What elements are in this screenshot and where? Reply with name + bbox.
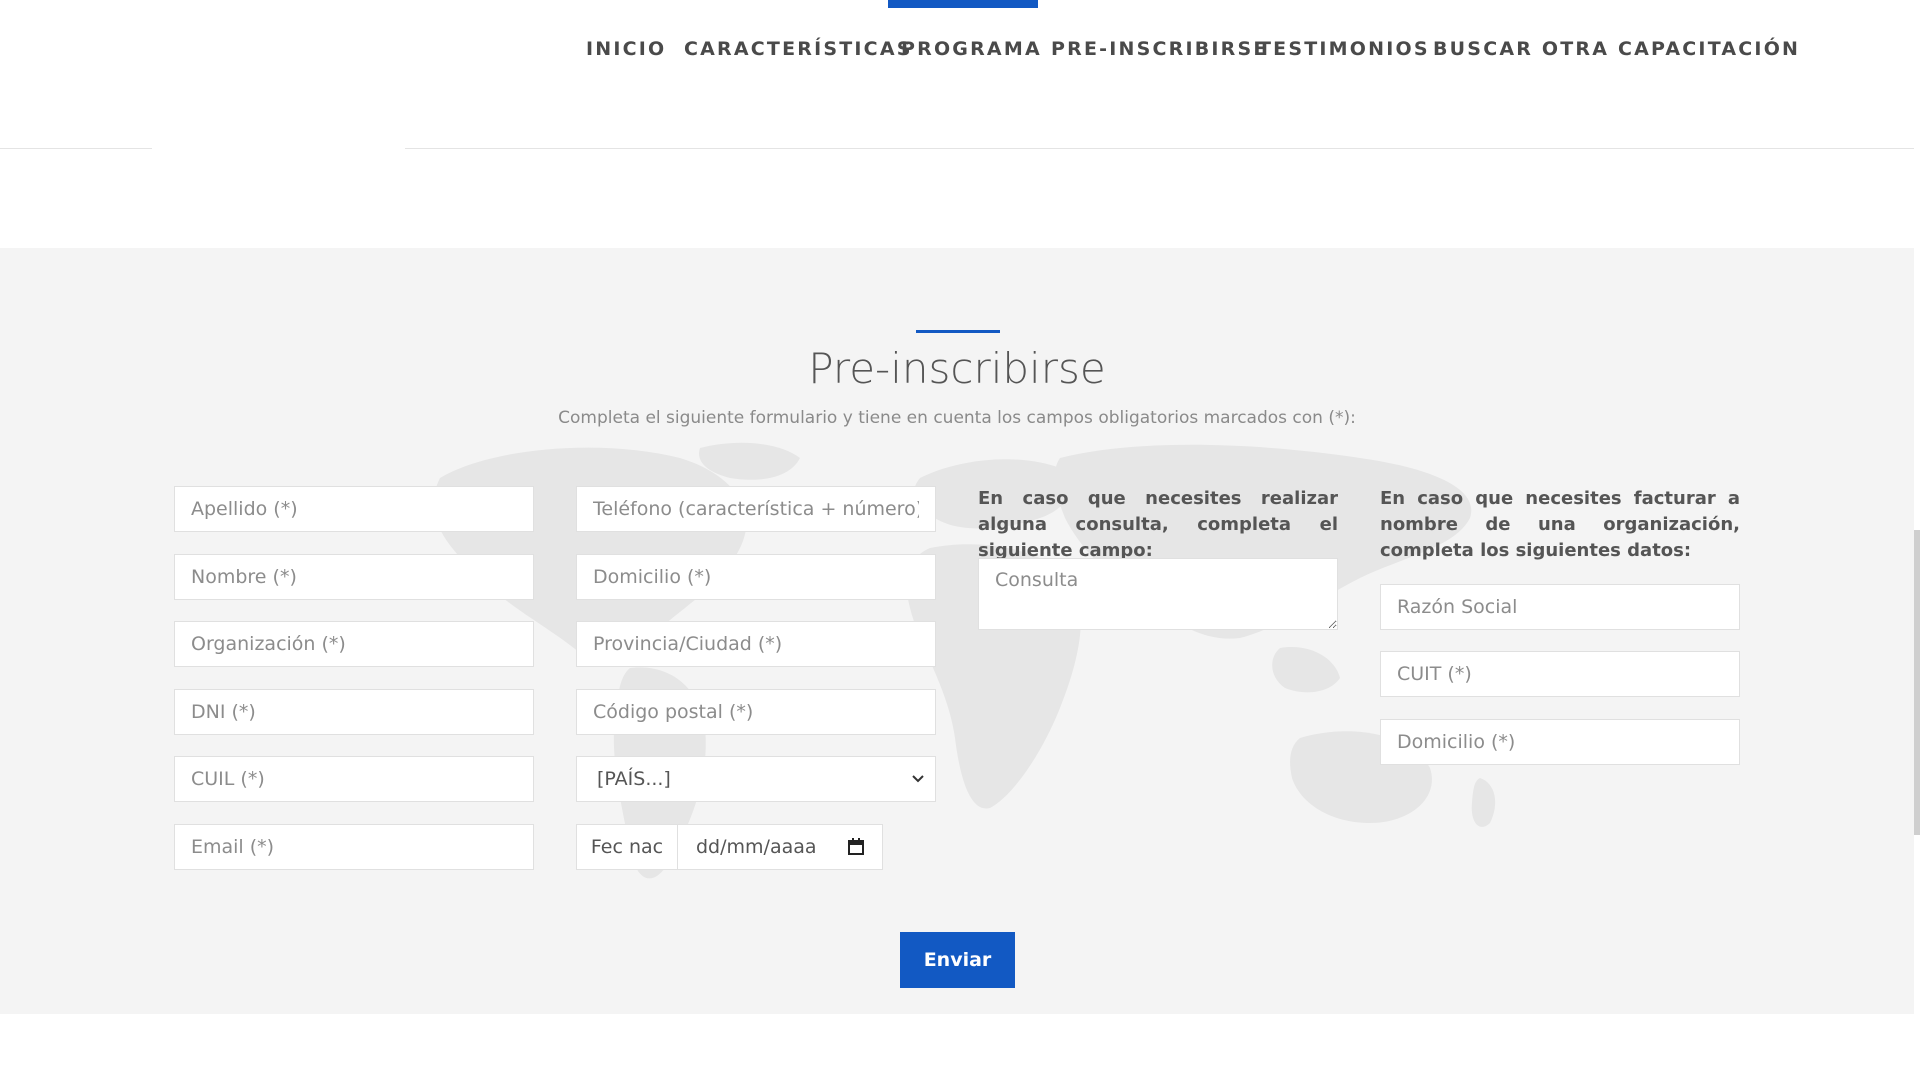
fec-nac-label: Fec nac (576, 824, 678, 870)
fec-nac-placeholder: dd/mm/aaaa (696, 836, 817, 858)
nav-item-programa[interactable]: PROGRAMA (901, 38, 1042, 60)
facturacion-domicilio-input[interactable] (1380, 719, 1740, 765)
telefono-input[interactable] (576, 486, 936, 532)
chevron-down-icon (911, 757, 925, 818)
cuit-input[interactable] (1380, 651, 1740, 697)
pais-select[interactable]: [PAÍS...] (576, 756, 936, 802)
domicilio-input[interactable] (576, 554, 936, 600)
nav-active-indicator (888, 0, 1038, 8)
provincia-ciudad-input[interactable] (576, 621, 936, 667)
enviar-button[interactable]: Enviar (900, 932, 1015, 988)
pais-select-value: [PAÍS...] (597, 768, 671, 790)
facturacion-intro-text: En caso que necesites facturar a nombre … (1380, 488, 1740, 561)
codigo-postal-input[interactable] (576, 689, 936, 735)
organizacion-input[interactable] (174, 621, 534, 667)
nav-item-inicio[interactable]: INICIO (586, 38, 666, 60)
cuil-input[interactable] (174, 756, 534, 802)
world-map-background (433, 442, 1496, 879)
pre-inscription-section: Pre-inscribirse Completa el siguiente fo… (0, 248, 1914, 1014)
scrollbar-thumb[interactable] (1914, 530, 1920, 835)
calendar-icon[interactable] (848, 838, 864, 855)
nombre-input[interactable] (174, 554, 534, 600)
consulta-intro-text: En caso que necesites realizar alguna co… (978, 488, 1338, 561)
title-accent-bar (916, 330, 1000, 333)
nav-divider-right (405, 148, 1914, 149)
top-nav: INICIO CARACTERÍSTICAS PROGRAMA PRE-INSC… (0, 0, 1920, 150)
razon-social-input[interactable] (1380, 584, 1740, 630)
apellido-input[interactable] (174, 486, 534, 532)
section-title: Pre-inscribirse (808, 344, 1106, 393)
nav-item-testimonios[interactable]: TESTIMONIOS (1258, 38, 1430, 60)
dni-input[interactable] (174, 689, 534, 735)
consulta-textarea[interactable] (978, 558, 1338, 630)
section-subtitle: Completa el siguiente formulario y tiene… (558, 408, 1356, 428)
fec-nac-date-input[interactable]: dd/mm/aaaa (678, 824, 883, 870)
nav-item-caracteristicas[interactable]: CARACTERÍSTICAS (684, 38, 913, 60)
email-input[interactable] (174, 824, 534, 870)
nav-divider-left (0, 148, 152, 149)
nav-item-pre-inscribirse[interactable]: PRE-INSCRIBIRSE (1051, 38, 1269, 60)
nav-item-buscar-otra-capacitacion[interactable]: BUSCAR OTRA CAPACITACIÓN (1433, 38, 1800, 60)
